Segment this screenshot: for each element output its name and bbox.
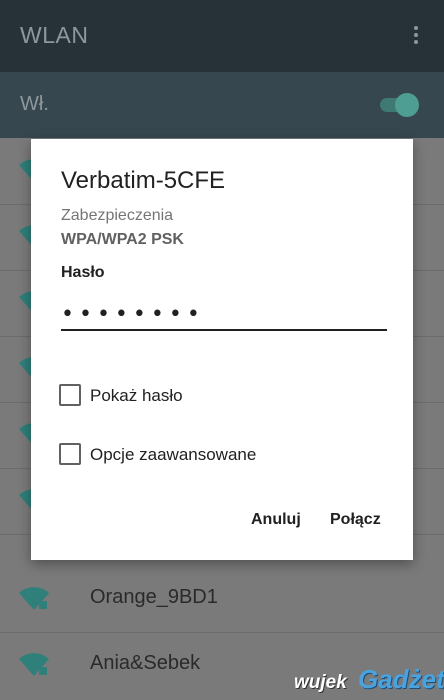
page-title: WLAN: [20, 22, 89, 48]
app-bar: WLAN: [0, 0, 444, 72]
wifi-toggle-bar[interactable]: Wł.: [0, 72, 444, 138]
network-ssid: Ania&Sebek: [90, 652, 201, 674]
watermark-logo: wujek Gadżet: [294, 664, 444, 696]
wifi-toggle-label: Wł.: [20, 93, 49, 115]
password-field[interactable]: [61, 299, 387, 331]
wifi-signal-icon: [19, 587, 49, 610]
show-password-label: Pokaż hasło: [90, 386, 183, 405]
show-password-checkbox[interactable]: [59, 384, 81, 406]
cancel-button[interactable]: Anuluj: [251, 511, 301, 529]
connect-button[interactable]: Połącz: [330, 511, 381, 529]
wifi-toggle-switch[interactable]: [378, 92, 420, 118]
wifi-connect-dialog: Verbatim-5CFE Zabezpieczenia WPA/WPA2 PS…: [31, 139, 413, 560]
dialog-title: Verbatim-5CFE: [61, 167, 226, 194]
more-vert-icon[interactable]: [404, 24, 428, 48]
watermark-text-part1: wujek: [294, 672, 347, 693]
advanced-options-checkbox[interactable]: [59, 443, 81, 465]
watermark-text-part2: Gadżet: [358, 664, 444, 694]
wifi-signal-icon: [19, 653, 49, 676]
network-row[interactable]: Orange_9BD1: [0, 566, 444, 633]
security-label: Zabezpieczenia: [61, 207, 174, 224]
password-label: Hasło: [61, 264, 105, 281]
security-value: WPA/WPA2 PSK: [61, 231, 184, 248]
advanced-options-label: Opcje zaawansowane: [90, 445, 257, 464]
network-ssid: Orange_9BD1: [90, 586, 218, 608]
